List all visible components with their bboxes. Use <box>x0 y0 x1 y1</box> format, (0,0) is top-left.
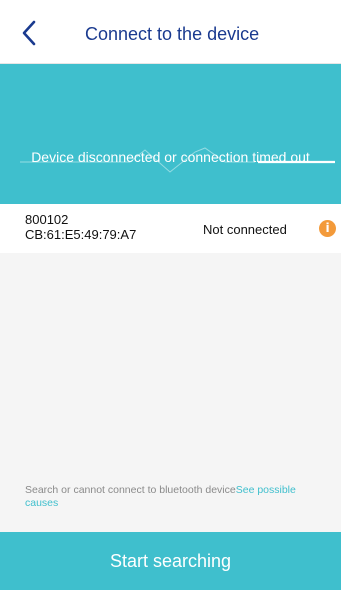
device-connection-status: Not connected <box>203 222 287 237</box>
info-icon[interactable]: i <box>319 220 336 237</box>
page-title: Connect to the device <box>85 24 260 44</box>
device-mac-address: CB:61:E5:49:79:A7 <box>25 227 137 242</box>
device-name: 800102 <box>25 212 69 227</box>
top-bar: Connect to the device <box>0 0 341 64</box>
connection-hint: Search or cannot connect to bluetooth de… <box>25 484 330 510</box>
connection-status-message: Device disconnected or connection timed … <box>31 149 310 165</box>
chevron-left-icon <box>22 20 36 46</box>
device-list-item[interactable]: 800102 CB:61:E5:49:79:A7 Not connected <box>0 204 341 253</box>
start-searching-button[interactable]: Start searching <box>0 532 341 590</box>
connection-status-panel <box>0 64 341 204</box>
connect-device-screen: Connect to the device Device disconnecte… <box>0 0 341 590</box>
back-button[interactable] <box>18 20 42 46</box>
connection-hint-text: Search or cannot connect to bluetooth de… <box>25 484 236 496</box>
